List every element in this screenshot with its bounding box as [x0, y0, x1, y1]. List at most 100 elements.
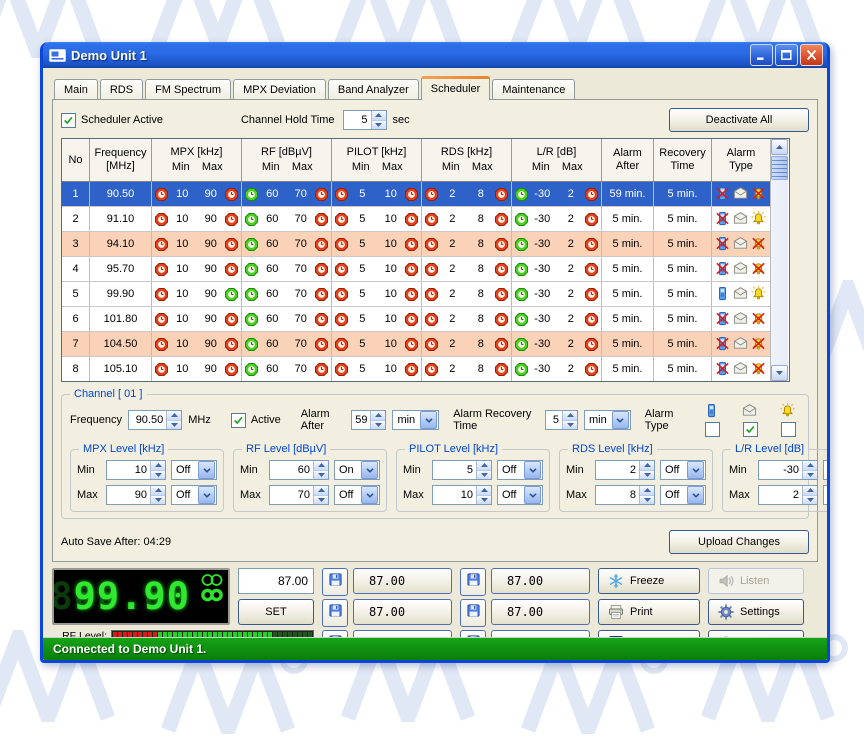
min-status-clock-icon	[515, 238, 528, 251]
freeze-button[interactable]: Freeze	[598, 568, 700, 594]
alarm-type-option-bell[interactable]	[776, 403, 800, 437]
table-row[interactable]: 6101.801090607051028-3025 min.5 min.	[62, 306, 770, 331]
alarm-recovery-spinner[interactable]: 5	[545, 410, 578, 430]
tab-fm-spectrum[interactable]: FM Spectrum	[145, 79, 231, 99]
settings-icon	[718, 604, 734, 620]
table-row[interactable]: 7104.501090607051028-3025 min.5 min.	[62, 331, 770, 356]
save-preset-button[interactable]	[322, 599, 348, 627]
titlebar[interactable]: Demo Unit 1	[43, 42, 827, 68]
frequency-led-display: 888.88 99.90	[52, 568, 230, 625]
max-switch-combo[interactable]: Off	[823, 485, 827, 505]
table-row[interactable]: 495.701090607051028-3025 min.5 min.	[62, 256, 770, 281]
max-switch-combo[interactable]: Off	[171, 485, 217, 505]
min-value-spinner[interactable]: 10	[106, 460, 166, 480]
table-scrollbar[interactable]	[770, 139, 788, 381]
scroll-thumb[interactable]	[771, 156, 788, 180]
tab-main[interactable]: Main	[54, 79, 98, 99]
tab-rds[interactable]: RDS	[100, 79, 143, 99]
cell-no: 8	[62, 357, 90, 381]
save-preset-button[interactable]	[322, 568, 348, 596]
table-row[interactable]: 599.901090607051028-3025 min.5 min.	[62, 281, 770, 306]
tab-band-analyzer[interactable]: Band Analyzer	[328, 79, 419, 99]
preset-frequency-button[interactable]: 87.00	[353, 599, 452, 625]
alarm-after-unit-combo[interactable]: min	[392, 410, 439, 430]
upload-changes-button[interactable]: Upload Changes	[669, 530, 809, 554]
alarm-after-spinner[interactable]: 59	[351, 410, 386, 430]
cell-minmax: 28	[422, 207, 512, 231]
cell-recovery-time: 5 min.	[654, 307, 712, 331]
rf-level-label: RF Level:	[52, 630, 111, 637]
max-switch-combo[interactable]: Off	[660, 485, 706, 505]
max-value-spinner[interactable]: 90	[106, 485, 166, 505]
save-preset-button[interactable]	[460, 599, 486, 627]
min-value-spinner[interactable]: -30	[758, 460, 818, 480]
preset-frequency-button[interactable]: 87.00	[491, 599, 590, 625]
alarm-recovery-unit-combo[interactable]: min	[584, 410, 631, 430]
cell-minmax: 510	[332, 207, 422, 231]
listen-button: Listen	[708, 568, 804, 594]
min-value-spinner[interactable]: 60	[269, 460, 329, 480]
min-value-spinner[interactable]: 2	[595, 460, 655, 480]
max-value-spinner[interactable]: 70	[269, 485, 329, 505]
min-switch-combo[interactable]: On	[823, 460, 827, 480]
max-status-clock-icon	[315, 313, 328, 326]
preset-frequency-button[interactable]: 87.00	[491, 568, 590, 594]
max-status-clock-icon	[225, 213, 238, 226]
min-value-spinner[interactable]: 5	[432, 460, 492, 480]
active-checkbox[interactable]: Active	[231, 413, 281, 428]
print-button[interactable]: Print	[598, 599, 700, 625]
min-switch-combo[interactable]: On	[334, 460, 380, 480]
alarm-type-option-mail[interactable]	[738, 403, 762, 437]
min-switch-combo[interactable]: Off	[497, 460, 543, 480]
min-switch-combo[interactable]: Off	[171, 460, 217, 480]
table-row[interactable]: 8105.101090607051028-3025 min.5 min.	[62, 356, 770, 381]
max-value-spinner[interactable]: 8	[595, 485, 655, 505]
disconnect-button[interactable]: Disconnect	[708, 630, 804, 637]
cell-minmax: 510	[332, 332, 422, 356]
maximize-button[interactable]	[775, 44, 798, 66]
save-preset-button[interactable]	[460, 630, 486, 637]
frequency-spinner[interactable]: 90.50	[128, 410, 182, 430]
table-row[interactable]: 394.101090607051028-3025 min.5 min.	[62, 231, 770, 256]
deactivate-all-button[interactable]: Deactivate All	[669, 108, 809, 132]
scroll-track[interactable]	[771, 181, 788, 365]
scroll-up-button[interactable]	[771, 139, 788, 155]
tab-mpx-deviation[interactable]: MPX Deviation	[233, 79, 326, 99]
scroll-down-button[interactable]	[771, 365, 788, 381]
scheduler-active-checkbox[interactable]: Scheduler Active	[61, 113, 163, 128]
view-map-button[interactable]: View Map	[598, 630, 700, 637]
alarm-type-checkbox[interactable]	[705, 422, 720, 437]
mail-icon	[733, 361, 749, 377]
max-switch-combo[interactable]: Off	[334, 485, 380, 505]
min-status-clock-icon	[515, 288, 528, 301]
preset-frequency-button[interactable]: 87.00	[353, 568, 452, 594]
frequency-input[interactable]	[238, 568, 314, 594]
table-row[interactable]: 190.501090607051028-30259 min.5 min.	[62, 182, 770, 206]
close-button[interactable]	[800, 44, 823, 66]
cell-minmax: 1090	[152, 207, 242, 231]
max-status-clock-icon	[495, 363, 508, 376]
max-value-spinner[interactable]: 2	[758, 485, 818, 505]
save-preset-button[interactable]	[460, 568, 486, 596]
min-status-clock-icon	[335, 238, 348, 251]
autosave-label: Auto Save After: 04:29	[61, 536, 171, 548]
channel-hold-time-spinner[interactable]: 5	[343, 110, 387, 130]
alarm-type-checkbox[interactable]	[781, 422, 796, 437]
max-value-spinner[interactable]: 10	[432, 485, 492, 505]
min-switch-combo[interactable]: Off	[660, 460, 706, 480]
table-row[interactable]: 291.101090607051028-3025 min.5 min.	[62, 206, 770, 231]
set-button[interactable]: SET	[238, 599, 314, 625]
tab-scheduler[interactable]: Scheduler	[421, 76, 491, 100]
min-status-clock-icon	[155, 238, 168, 251]
minimize-button[interactable]	[750, 44, 773, 66]
alarm-type-checkbox[interactable]	[743, 422, 758, 437]
checkbox-box[interactable]	[61, 113, 76, 128]
max-switch-combo[interactable]: Off	[497, 485, 543, 505]
cell-minmax: 28	[422, 257, 512, 281]
settings-button[interactable]: Settings	[708, 599, 804, 625]
preset-frequency-button[interactable]: 87.00	[491, 630, 590, 637]
preset-frequency-button[interactable]: 87.00	[353, 630, 452, 637]
alarm-type-option-phone[interactable]	[700, 403, 724, 437]
save-preset-button[interactable]	[322, 630, 348, 637]
tab-maintenance[interactable]: Maintenance	[492, 79, 575, 99]
